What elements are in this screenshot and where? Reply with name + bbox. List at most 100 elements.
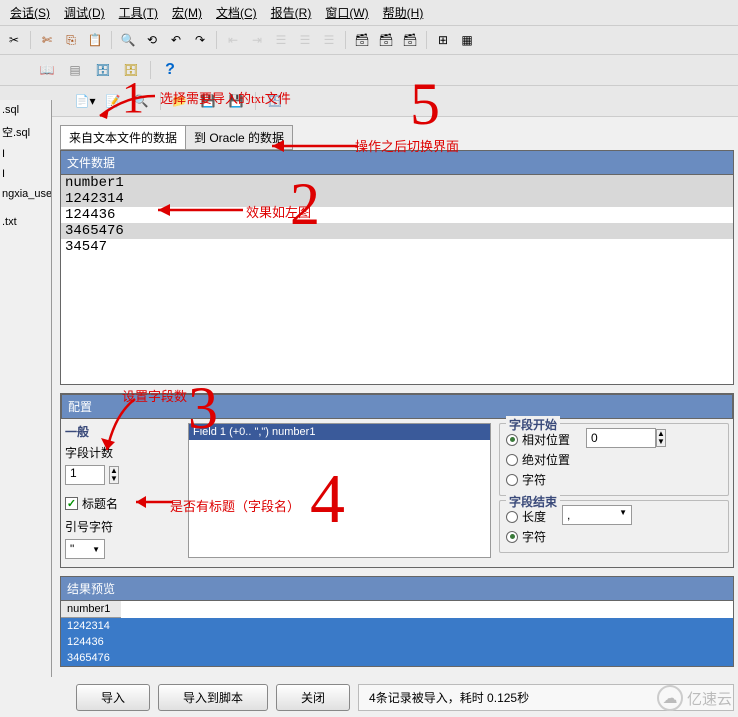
help-icon[interactable]: ? [159, 59, 181, 81]
radio-relative-label: 相对位置 [522, 431, 570, 448]
bottom-bar: 导入 导入到脚本 关闭 4条记录被导入，耗时 0.125秒 [76, 684, 734, 711]
save-as-icon[interactable]: 💾 [225, 90, 247, 112]
copy-icon[interactable]: ⎘ [61, 30, 81, 50]
menu-window[interactable]: 窗口(W) [319, 2, 374, 23]
doc-icon[interactable]: 📄▾ [74, 90, 96, 112]
close-button[interactable]: 关闭 [276, 684, 350, 711]
file-data-content[interactable]: number1 1242314 124436 3465476 34547 [60, 175, 734, 385]
menu-tools[interactable]: 工具(T) [113, 2, 164, 23]
spinner-buttons[interactable]: ▲▼ [656, 429, 666, 447]
db3-icon[interactable]: 🗃 [400, 30, 420, 50]
general-label: 一般 [65, 423, 180, 440]
menu-report[interactable]: 报告(R) [265, 2, 318, 23]
db-small-icon[interactable]: 🗄 [264, 90, 286, 112]
menu-session[interactable]: 会话(S) [4, 2, 56, 23]
tab-to-oracle[interactable]: 到 Oracle 的数据 [185, 125, 293, 150]
cloud-icon: ☁ [657, 685, 683, 711]
indent-right-icon[interactable]: ⇥ [247, 30, 267, 50]
field-list-box[interactable]: Field 1 (+0.. ",") number1 [188, 423, 491, 558]
undo-icon[interactable]: ↶ [166, 30, 186, 50]
db-icon[interactable]: 🗃 [352, 30, 372, 50]
save-icon[interactable]: 💾 [197, 90, 219, 112]
watermark: ☁ 亿速云 [657, 685, 732, 711]
left-tree-panel: .sql 空.sql I I ngxia_user( .txt [0, 100, 52, 677]
menu-doc[interactable]: 文档(C) [210, 2, 263, 23]
menu-help[interactable]: 帮助(H) [377, 2, 430, 23]
menu-bar: 会话(S) 调试(D) 工具(T) 宏(M) 文档(C) 报告(R) 窗口(W)… [0, 0, 738, 26]
menu-debug[interactable]: 调试(D) [58, 2, 111, 23]
find-icon[interactable]: 🔍 [118, 30, 138, 50]
file-data-header: 文件数据 [60, 150, 734, 175]
tab-from-text[interactable]: 来自文本文件的数据 [60, 125, 186, 150]
result-row[interactable]: 3465476 [61, 650, 733, 666]
radio-relative[interactable] [506, 434, 518, 446]
quote-char-label: 引号字符 [65, 518, 113, 535]
main-content: 来自文本文件的数据 到 Oracle 的数据 文件数据 number1 1242… [60, 125, 734, 673]
tree-item[interactable]: I [0, 144, 51, 164]
tree-item[interactable]: .txt [0, 212, 51, 232]
quote-char-combo[interactable]: "▼ [65, 539, 105, 559]
result-row[interactable]: 124436 [61, 634, 733, 650]
radio-length-label: 长度 [522, 508, 546, 525]
secondary-toolbar: 📖 ▤ 🗄 🗄 ? [0, 55, 738, 86]
data-line: 1242314 [61, 191, 733, 207]
tree-item[interactable]: 空.sql [0, 120, 51, 144]
import-script-button[interactable]: 导入到脚本 [158, 684, 268, 711]
disk-blue-icon[interactable]: 🗄 [92, 59, 114, 81]
menu-macro[interactable]: 宏(M) [166, 2, 208, 23]
data-line: 34547 [61, 239, 733, 255]
end-value-combo[interactable]: ,▼ [562, 505, 632, 525]
result-col-header: number1 [61, 601, 121, 618]
radio-char-end-label: 字符 [522, 528, 546, 545]
radio-absolute-label: 绝对位置 [522, 451, 570, 468]
text-icon[interactable]: 📝 [102, 90, 124, 112]
config-panel: 配置 一般 字段计数 1 ▲▼ ✓ 标题名 引号字符 [60, 393, 734, 568]
list-icon[interactable]: ☰ [271, 30, 291, 50]
radio-char-start[interactable] [506, 474, 518, 486]
field-start-group: 字段开始 相对位置 绝对位置 字符 0 ▲▼ [499, 423, 729, 496]
spinner-buttons[interactable]: ▲▼ [109, 466, 119, 484]
list2-icon[interactable]: ☰ [295, 30, 315, 50]
result-panel: 结果预览 number1 1242314 124436 3465476 [60, 576, 734, 667]
result-table[interactable]: number1 1242314 124436 3465476 [60, 601, 734, 667]
tree-item[interactable]: .sql [0, 100, 51, 120]
search-icon[interactable]: 🔍 [130, 90, 152, 112]
tree-item[interactable]: I [0, 164, 51, 184]
radio-absolute[interactable] [506, 454, 518, 466]
list3-icon[interactable]: ☰ [319, 30, 339, 50]
window-icon[interactable]: ⊞ [433, 30, 453, 50]
scissors-icon[interactable]: ✄ [37, 30, 57, 50]
redo-icon[interactable]: ↷ [190, 30, 210, 50]
open-icon[interactable]: 📂 [169, 90, 191, 112]
sql-icon[interactable]: ▤ [64, 59, 86, 81]
data-line: 124436 [61, 207, 733, 223]
watermark-text: 亿速云 [687, 688, 732, 709]
book-icon[interactable]: 📖 [36, 59, 58, 81]
tab-row: 来自文本文件的数据 到 Oracle 的数据 [60, 125, 734, 150]
replace-icon[interactable]: ⟲ [142, 30, 162, 50]
disk-yellow-icon[interactable]: 🗄 [120, 59, 142, 81]
field-list-item[interactable]: Field 1 (+0.. ",") number1 [189, 424, 490, 440]
tree-item[interactable] [0, 204, 51, 212]
tree-item[interactable]: ngxia_user( [0, 184, 51, 204]
indent-left-icon[interactable]: ⇤ [223, 30, 243, 50]
result-row[interactable]: 1242314 [61, 618, 733, 634]
field-end-group: 字段结束 长度 字符 ,▼ [499, 500, 729, 553]
field-end-title: 字段结束 [506, 493, 560, 510]
field-count-label: 字段计数 [65, 444, 113, 461]
radio-char-end[interactable] [506, 531, 518, 543]
field-start-title: 字段开始 [506, 416, 560, 433]
sub-toolbar: 📄▾ 📝 🔍 📂 💾 💾 🗄 [0, 86, 738, 117]
paste-icon[interactable]: 📋 [85, 30, 105, 50]
data-line: number1 [61, 175, 733, 191]
title-checkbox[interactable]: ✓ [65, 497, 78, 510]
grid-icon[interactable]: ▦ [457, 30, 477, 50]
db2-icon[interactable]: 🗃 [376, 30, 396, 50]
field-count-input[interactable]: 1 [65, 465, 105, 485]
import-button[interactable]: 导入 [76, 684, 150, 711]
start-value-input[interactable]: 0 [586, 428, 656, 448]
cut-icon[interactable]: ✂ [4, 30, 24, 50]
radio-length[interactable] [506, 511, 518, 523]
title-checkbox-label: 标题名 [82, 495, 118, 512]
radio-char-start-label: 字符 [522, 471, 546, 488]
